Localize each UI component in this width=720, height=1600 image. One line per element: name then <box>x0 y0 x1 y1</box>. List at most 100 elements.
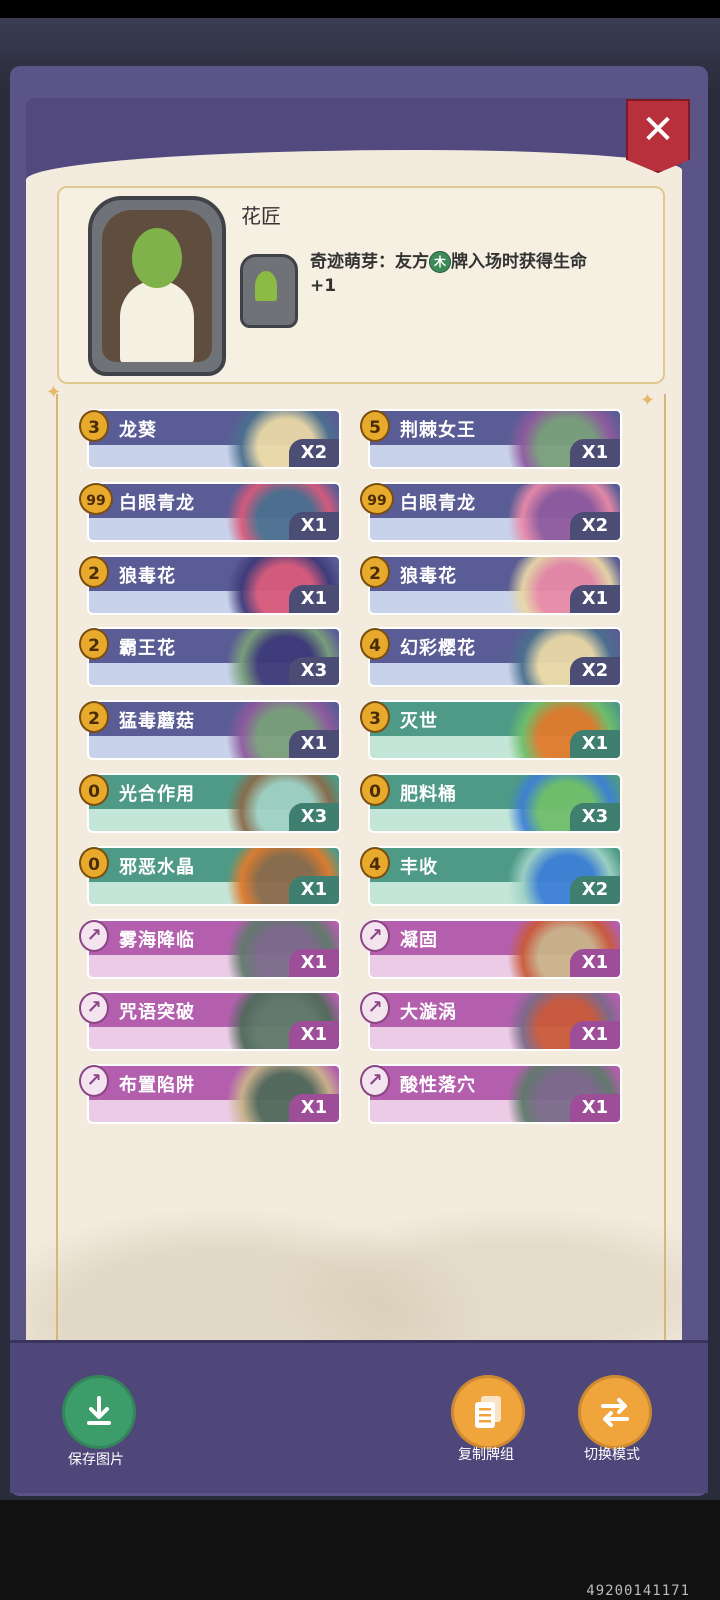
card-tile[interactable]: 荆棘女王 X1 <box>368 409 622 469</box>
card-tile[interactable]: 猛毒蘑菇 X1 <box>87 700 341 761</box>
download-icon <box>87 1396 111 1425</box>
cost-badge: 0 <box>79 846 109 879</box>
cost-badge: 2 <box>79 701 109 734</box>
card-name: 白眼青龙 <box>119 492 195 514</box>
card-tile[interactable]: 邪恶水晶 X1 <box>87 845 341 906</box>
card-name: 荆棘女王 <box>400 420 476 441</box>
card-count: X1 <box>570 439 620 467</box>
card-count: X1 <box>289 948 339 977</box>
cost-badge: 5 <box>360 410 390 442</box>
card-name: 狼毒花 <box>119 565 176 587</box>
skill-text-tail: +1 <box>310 276 337 296</box>
card-count: X2 <box>570 657 620 686</box>
card-count: X1 <box>289 730 339 759</box>
card-name: 灭世 <box>400 711 438 733</box>
card-tile[interactable]: 灭世 X1 <box>368 700 622 761</box>
sparkle-icon: ✦ <box>640 390 656 411</box>
card-name: 凝固 <box>400 929 438 951</box>
card-name: 狼毒花 <box>400 565 457 587</box>
save-image-label: 保存图片 <box>68 1452 124 1468</box>
card-count: X1 <box>289 875 339 904</box>
card-count: X1 <box>289 584 339 613</box>
trap-icon: ↗ <box>360 1065 390 1098</box>
cost-badge: 99 <box>360 482 394 515</box>
card-count: X1 <box>570 584 620 613</box>
card-name: 雾海降临 <box>119 929 195 951</box>
card-name: 幻彩樱花 <box>400 638 476 660</box>
card-tile[interactable]: 白眼青龙 X2 <box>368 481 622 542</box>
card-name: 大漩涡 <box>400 1002 457 1024</box>
skill-text-post: 牌入场时获得生命 <box>451 252 587 272</box>
skill-text-pre: 友方 <box>395 252 429 272</box>
cost-badge: 3 <box>79 410 109 442</box>
watermark-id: 49200141171 <box>586 1583 690 1599</box>
skill-description: 奇迹萌芽：友方木牌入场时获得生命 +1 <box>310 250 646 298</box>
cost-badge: 0 <box>360 774 390 806</box>
card-tile[interactable]: 光合作用 X3 <box>87 773 341 833</box>
swap-arrows-icon <box>601 1398 629 1427</box>
cost-badge: 2 <box>360 555 390 588</box>
card-count: X1 <box>570 1094 620 1123</box>
close-button[interactable]: ✕ <box>626 99 690 173</box>
cost-badge: 3 <box>360 701 390 734</box>
switch-mode-label: 切换模式 <box>584 1447 640 1463</box>
skill-title: 奇迹萌芽： <box>310 252 395 272</box>
card-name: 光合作用 <box>119 784 195 805</box>
trap-icon: ↗ <box>79 919 109 952</box>
card-tile[interactable]: 霸王花 X3 <box>87 627 341 688</box>
sprout-skill-icon <box>240 254 298 328</box>
card-tile[interactable]: 凝固 X1 <box>368 918 622 979</box>
card-name: 龙葵 <box>119 420 157 441</box>
card-name: 丰收 <box>400 856 438 878</box>
card-tile[interactable]: 幻彩樱花 X2 <box>368 627 622 688</box>
card-tile[interactable]: 布置陷阱 X1 <box>87 1064 341 1125</box>
trap-icon: ↗ <box>79 1065 109 1098</box>
sparkle-icon: ✦ <box>46 382 62 403</box>
card-tile[interactable]: 大漩涡 X1 <box>368 991 622 1052</box>
card-count: X2 <box>570 511 620 540</box>
hero-name: 花匠 <box>241 204 281 228</box>
status-strip <box>0 0 720 18</box>
card-count: X1 <box>570 948 620 977</box>
card-tile[interactable]: 肥料桶 X3 <box>368 773 622 833</box>
card-tile[interactable]: 狼毒花 X1 <box>368 554 622 615</box>
card-tile[interactable]: 狼毒花 X1 <box>87 554 341 615</box>
card-tile[interactable]: 白眼青龙 X1 <box>87 481 341 542</box>
save-image-button[interactable] <box>62 1375 136 1449</box>
card-count: X3 <box>289 803 339 831</box>
card-count: X1 <box>570 1021 620 1050</box>
wood-element-icon: 木 <box>429 251 451 273</box>
switch-mode-button[interactable] <box>578 1375 652 1449</box>
card-count: X2 <box>570 875 620 904</box>
card-name: 猛毒蘑菇 <box>119 711 195 733</box>
cost-badge: 2 <box>79 555 109 588</box>
hero-portrait <box>88 196 226 376</box>
card-count: X3 <box>289 657 339 686</box>
card-name: 肥料桶 <box>400 784 457 805</box>
card-count: X1 <box>289 1094 339 1123</box>
copy-deck-button[interactable] <box>451 1375 525 1449</box>
card-name: 霸王花 <box>119 638 176 660</box>
card-name: 酸性落穴 <box>400 1075 476 1097</box>
card-name: 白眼青龙 <box>400 492 476 514</box>
close-icon: ✕ <box>641 107 675 153</box>
copy-icon <box>475 1396 501 1428</box>
card-count: X1 <box>570 730 620 759</box>
card-tile[interactable]: 龙葵 X2 <box>87 409 341 469</box>
footer-bar: 保存图片 复制牌组 切换模式 <box>10 1340 708 1493</box>
card-name: 邪恶水晶 <box>119 856 195 878</box>
cost-badge: 0 <box>79 774 109 806</box>
card-tile[interactable]: 丰收 X2 <box>368 845 622 906</box>
card-count: X2 <box>289 439 339 467</box>
card-tile[interactable]: 咒语突破 X1 <box>87 991 341 1052</box>
trap-icon: ↗ <box>360 919 390 952</box>
copy-deck-label: 复制牌组 <box>458 1447 514 1463</box>
cost-badge: 4 <box>360 846 390 879</box>
cost-badge: 99 <box>79 482 113 515</box>
card-tile[interactable]: 雾海降临 X1 <box>87 918 341 979</box>
card-count: X3 <box>570 803 620 831</box>
card-name: 布置陷阱 <box>119 1075 195 1097</box>
card-name: 咒语突破 <box>119 1002 195 1024</box>
card-tile[interactable]: 酸性落穴 X1 <box>368 1064 622 1125</box>
card-count: X1 <box>289 1021 339 1050</box>
